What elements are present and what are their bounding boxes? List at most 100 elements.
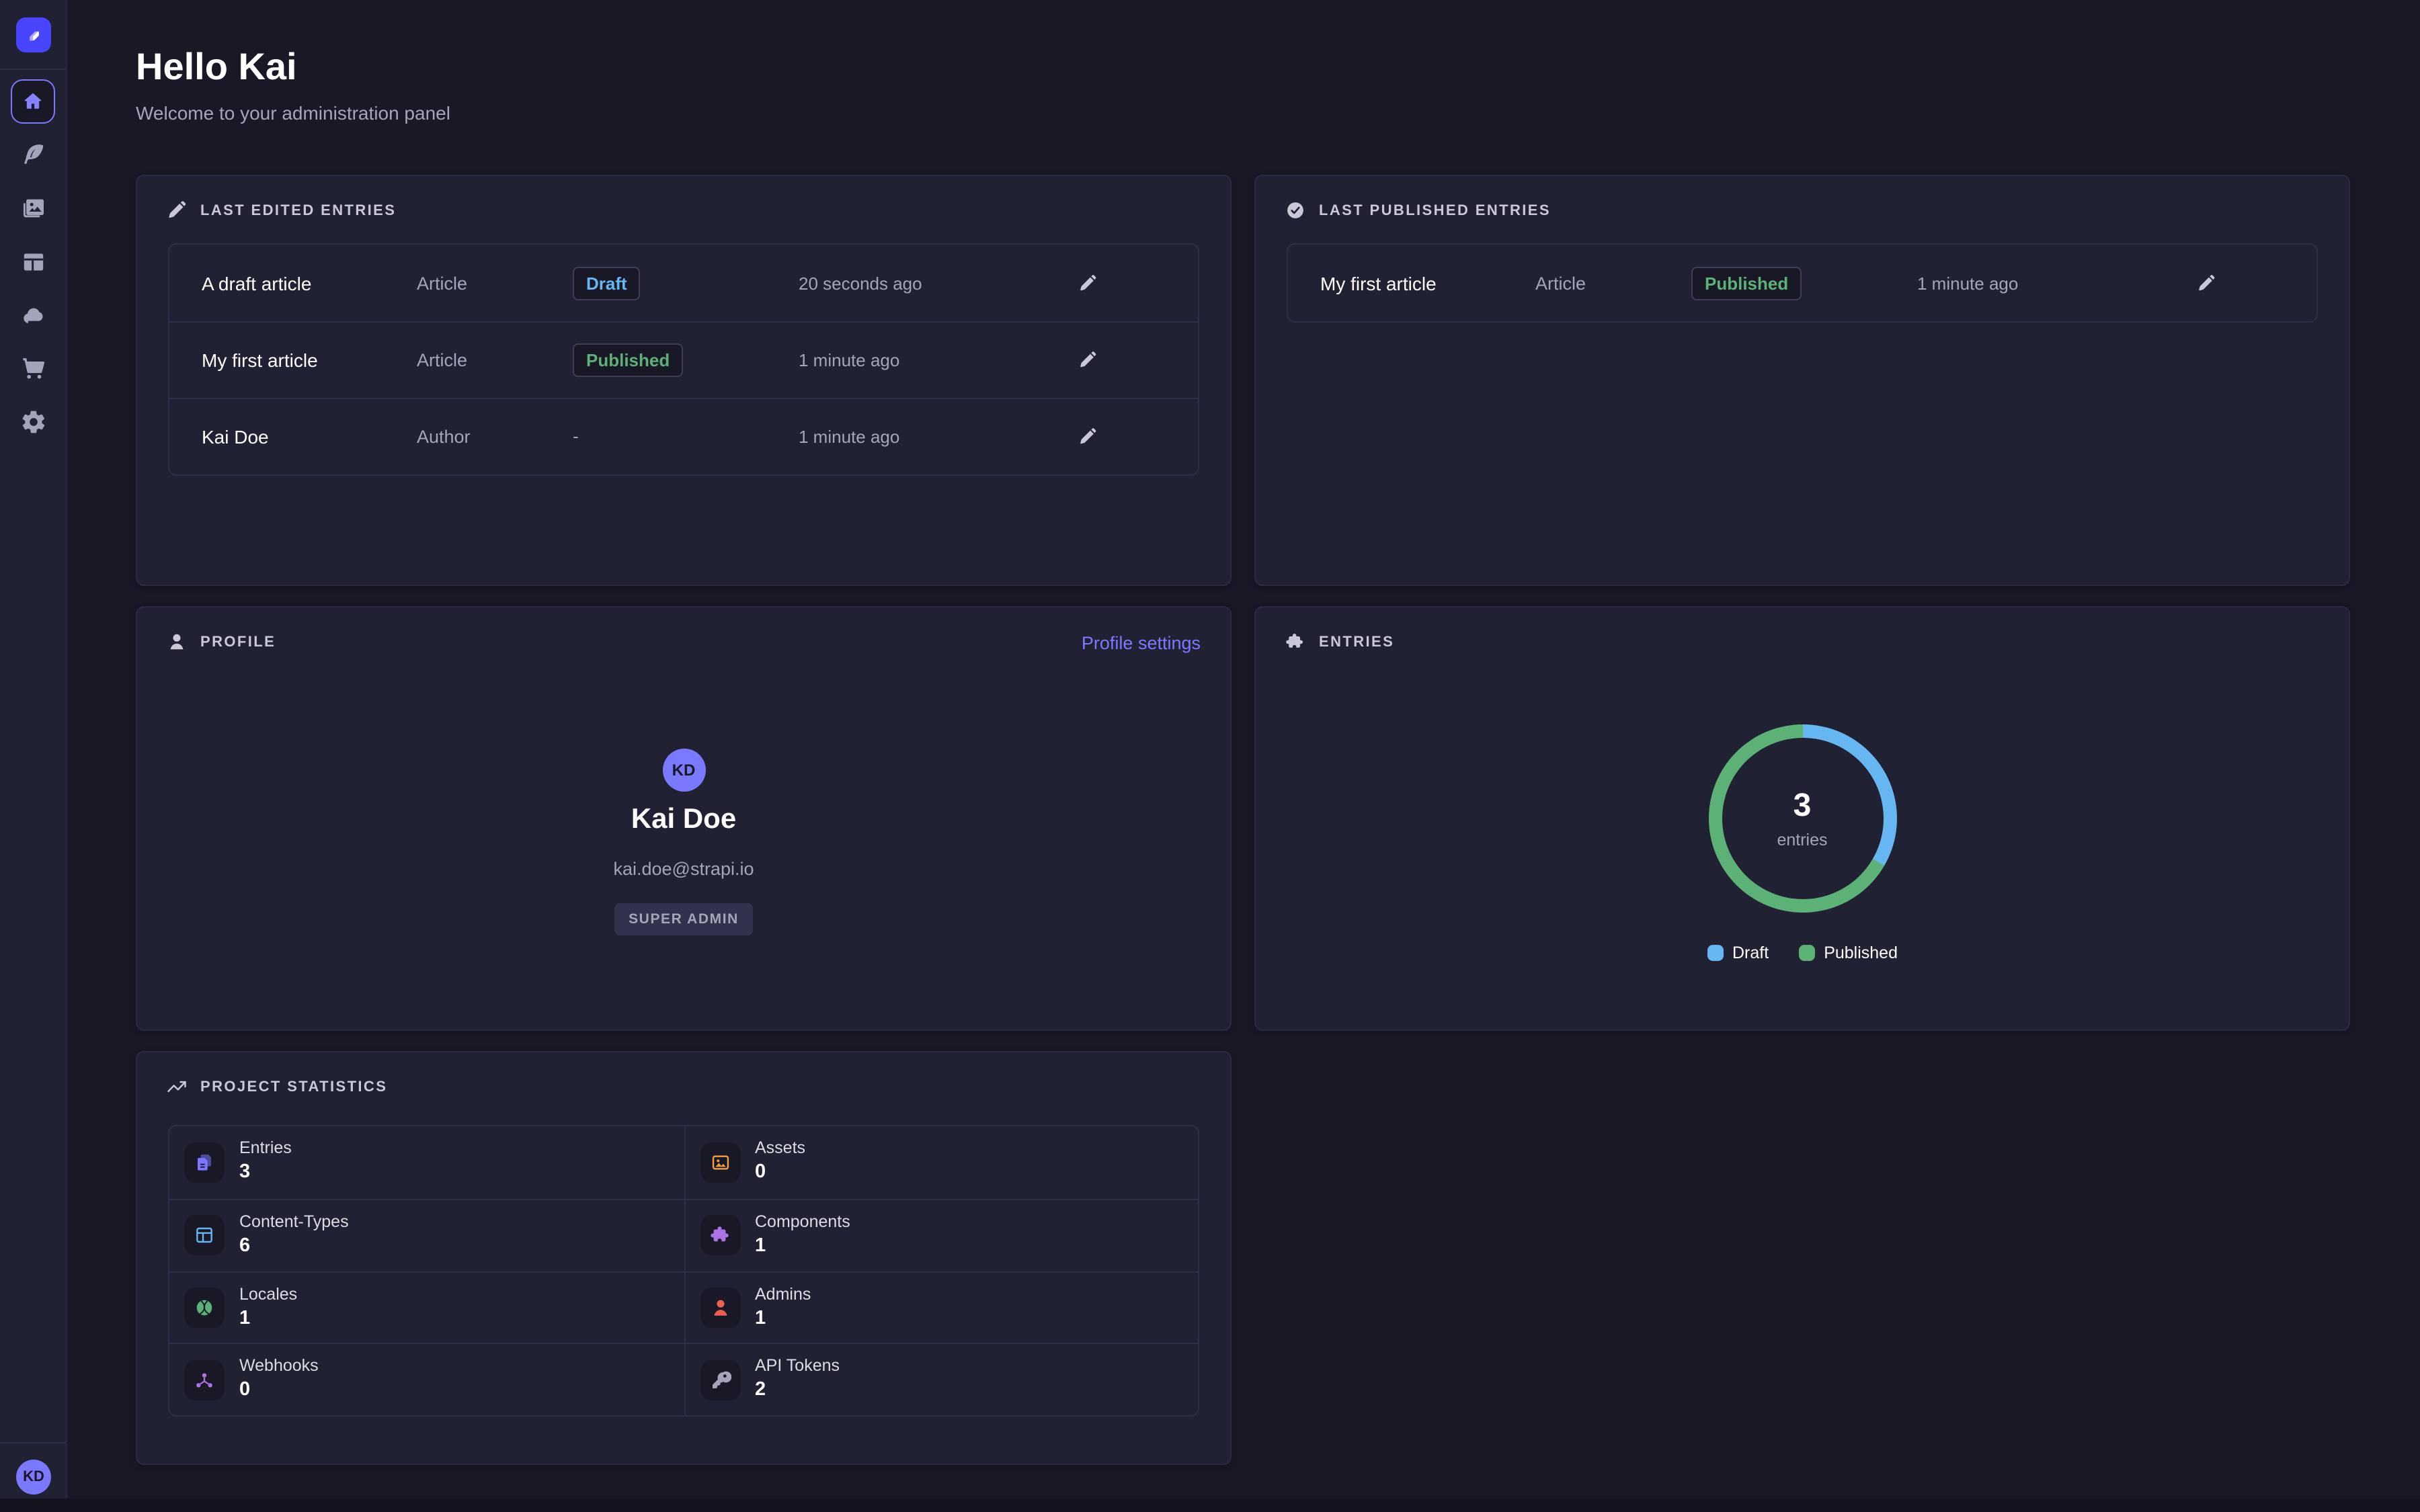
- entries-header: ENTRIES: [1285, 632, 1394, 652]
- stat-label: Assets: [755, 1138, 805, 1157]
- entries-legend: Draft Published: [1256, 943, 2349, 962]
- project-statistics-panel: PROJECT STATISTICS Entries 3 Assets 0: [136, 1051, 1232, 1465]
- legend-item-draft: Draft: [1707, 943, 1769, 962]
- legend-item-published: Published: [1798, 943, 1898, 962]
- project-statistics-header: PROJECT STATISTICS: [167, 1077, 387, 1097]
- sidebar-item-content-type-builder[interactable]: [20, 249, 47, 276]
- stat-value: 1: [755, 1307, 766, 1329]
- stat-value: 1: [239, 1307, 250, 1329]
- legend-label: Published: [1824, 943, 1898, 962]
- stat-label: Components: [755, 1212, 850, 1231]
- user-avatar[interactable]: KD: [16, 1460, 51, 1495]
- sidebar-divider-bottom: [0, 1442, 66, 1443]
- edit-entry-button[interactable]: [1078, 272, 1100, 294]
- home-icon: [22, 90, 44, 113]
- profile-settings-link[interactable]: Profile settings: [1082, 633, 1201, 653]
- sidebar-item-media-library[interactable]: [20, 195, 47, 222]
- user-icon: [700, 1288, 740, 1328]
- stat-value: 0: [755, 1161, 766, 1183]
- stat-label: Admins: [755, 1284, 811, 1303]
- strapi-logo[interactable]: [16, 17, 51, 52]
- entry-type: Article: [417, 350, 467, 370]
- entry-time: 1 minute ago: [1917, 273, 2018, 293]
- stat-components: Components 1: [684, 1199, 1198, 1271]
- layout-icon: [184, 1215, 225, 1255]
- edit-entry-button[interactable]: [1078, 426, 1100, 448]
- entry-name: A draft article: [202, 272, 311, 294]
- strapi-admin-dashboard: KD Hello Kai Welcome to your administrat…: [0, 0, 2420, 1512]
- stat-webhooks: Webhooks 0: [169, 1343, 684, 1416]
- strapi-logo-icon: [24, 25, 44, 45]
- entry-name: Kai Doe: [202, 426, 269, 448]
- role-badge: SUPER ADMIN: [614, 903, 754, 935]
- status-badge: Published: [1691, 266, 1802, 300]
- panel-title: PROJECT STATISTICS: [200, 1079, 387, 1095]
- last-published-entries-panel: LAST PUBLISHED ENTRIES My first article …: [1254, 175, 2350, 586]
- stat-label: Content-Types: [239, 1212, 349, 1231]
- entry-type: Author: [417, 427, 471, 447]
- profile-avatar: KD: [662, 749, 705, 792]
- entries-donut-center: 3 entries: [1722, 738, 1883, 899]
- puzzle-icon: [700, 1215, 740, 1255]
- status-badge: Published: [573, 343, 683, 377]
- sidebar: KD: [0, 0, 67, 1512]
- table-row: A draft article Article Draft 20 seconds…: [169, 245, 1198, 321]
- legend-chip-published: [1798, 945, 1814, 961]
- profile-panel: PROFILE Profile settings KD Kai Doe kai.…: [136, 606, 1232, 1031]
- table-row: Kai Doe Author - 1 minute ago: [169, 398, 1198, 474]
- sidebar-item-settings[interactable]: [20, 409, 47, 435]
- table-row: My first article Article Published 1 min…: [169, 321, 1198, 398]
- sidebar-divider-top: [0, 69, 66, 70]
- edit-entry-button[interactable]: [1078, 349, 1100, 371]
- entry-time: 1 minute ago: [799, 350, 899, 370]
- pencil-icon: [167, 200, 187, 220]
- documents-icon: [184, 1142, 225, 1183]
- edit-entry-button[interactable]: [2197, 272, 2218, 294]
- stat-value: 1: [755, 1235, 766, 1257]
- profile-email: kai.doe@strapi.io: [137, 859, 1230, 879]
- stat-content-types: Content-Types 6: [169, 1199, 684, 1271]
- page-title: Hello Kai: [136, 46, 297, 89]
- person-icon: [167, 632, 187, 652]
- entry-type: Article: [417, 273, 467, 293]
- entries-donut: 3 entries: [1708, 724, 1896, 913]
- cloud-icon: [20, 302, 47, 329]
- stat-entries: Entries 3: [169, 1126, 684, 1199]
- last-published-table: My first article Article Published 1 min…: [1287, 243, 2318, 323]
- stat-value: 0: [239, 1380, 250, 1401]
- pencil-icon: [1078, 274, 1097, 292]
- stat-label: Webhooks: [239, 1357, 319, 1376]
- sidebar-item-home[interactable]: [11, 79, 55, 124]
- stat-label: Entries: [239, 1138, 292, 1157]
- images-icon: [20, 195, 47, 222]
- stat-label: API Tokens: [755, 1357, 840, 1376]
- sidebar-item-marketplace[interactable]: [20, 355, 47, 382]
- status-badge: Draft: [573, 266, 641, 300]
- trending-up-icon: [167, 1077, 187, 1097]
- entries-total: 3: [1793, 788, 1812, 825]
- entry-type: Article: [1535, 273, 1586, 293]
- entry-name: My first article: [1320, 272, 1437, 294]
- entries-panel: ENTRIES 3 entries Draft Published: [1254, 606, 2350, 1031]
- pencil-icon: [1078, 427, 1097, 446]
- stat-value: 2: [755, 1380, 766, 1401]
- project-statistics-grid: Entries 3 Assets 0 Content-Types 6: [168, 1125, 1199, 1417]
- panel-title: PROFILE: [200, 634, 276, 650]
- webhook-icon: [184, 1359, 225, 1400]
- puzzle-icon: [1285, 632, 1305, 652]
- sidebar-item-content-manager[interactable]: [20, 141, 47, 168]
- screen-bottom-edge: [0, 1499, 2420, 1512]
- stat-admins: Admins 1: [684, 1271, 1198, 1343]
- image-icon: [700, 1142, 740, 1183]
- last-edited-entries-panel: LAST EDITED ENTRIES A draft article Arti…: [136, 175, 1232, 586]
- entry-name: My first article: [202, 349, 318, 371]
- stat-locales: Locales 1: [169, 1271, 684, 1343]
- globe-icon: [184, 1288, 225, 1328]
- panel-title: LAST EDITED ENTRIES: [200, 202, 396, 218]
- stat-value: 6: [239, 1235, 250, 1257]
- panel-title: ENTRIES: [1319, 634, 1394, 650]
- sidebar-item-deploy[interactable]: [20, 302, 47, 329]
- legend-chip-draft: [1707, 945, 1723, 961]
- pencil-icon: [2197, 274, 2216, 292]
- page-subtitle: Welcome to your administration panel: [136, 102, 450, 124]
